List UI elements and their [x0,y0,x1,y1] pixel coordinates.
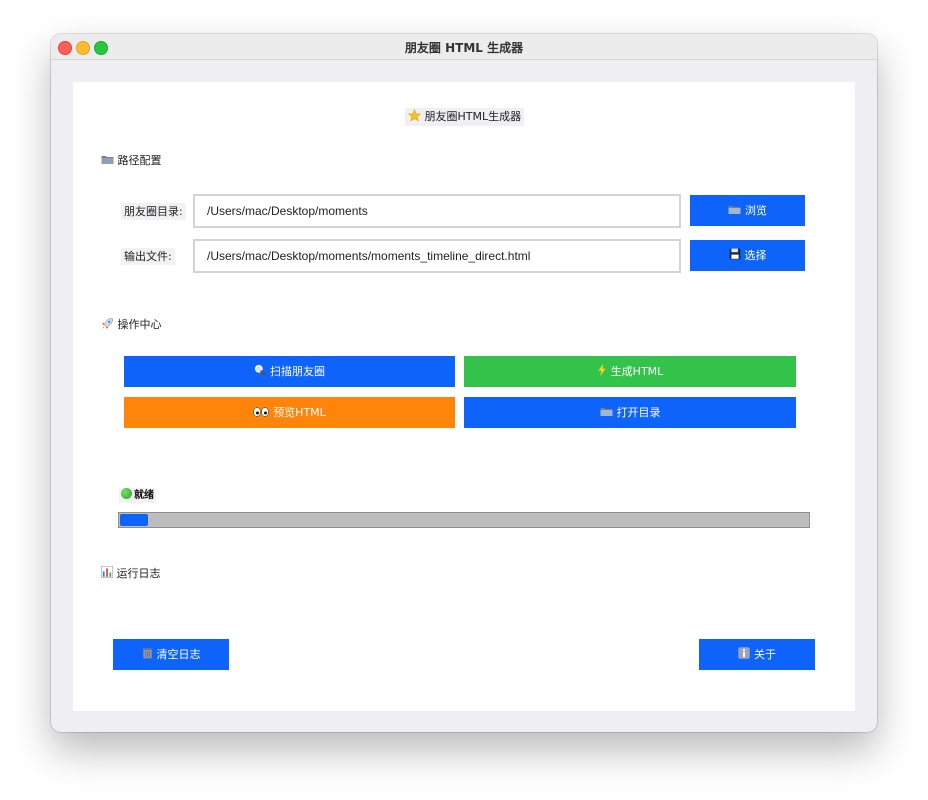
status-indicator-icon [121,488,132,499]
generate-html-button[interactable]: 生成HTML [464,356,796,387]
path-config-section-title: 路径配置 [101,154,162,168]
moments-dir-label: 朋友圈目录: [121,203,186,220]
log-output-area[interactable] [101,587,827,627]
title-bar: 朋友圈 HTML 生成器 [51,34,877,60]
clear-log-button[interactable]: 清空日志 [113,639,229,670]
run-log-section-title: 运行日志 [101,566,161,581]
window-title: 朋友圈 HTML 生成器 [404,41,524,55]
progress-bar [118,512,810,528]
bar-chart-icon [101,566,113,581]
select-output-button[interactable]: 选择 [690,240,805,271]
folder-icon [600,397,613,428]
open-directory-button[interactable]: 打开目录 [464,397,796,428]
progress-bar-fill [120,514,148,526]
folder-icon [728,195,741,226]
preview-html-button[interactable]: 预览HTML [124,397,455,428]
floppy-disk-icon [729,240,741,271]
trash-can-icon [142,639,153,670]
status-badge: 就绪 [119,488,156,503]
moments-dir-input[interactable]: /Users/mac/Desktop/moments [193,194,681,228]
action-center-section-title: 操作中心 [101,317,162,332]
folder-icon [101,154,114,168]
main-panel: 朋友圈HTML生成器 路径配置 朋友圈目录: /Users/mac/Deskto… [73,82,855,711]
info-icon [738,639,750,670]
app-window: 朋友圈 HTML 生成器 朋友圈HTML生成器 路径配置 朋友圈目录: /Use… [51,34,877,732]
app-heading-text: 朋友圈HTML生成器 [424,110,522,123]
magnifier-icon [254,356,266,387]
lightning-icon [597,356,607,387]
output-file-label: 输出文件: [121,248,175,265]
output-file-input[interactable]: /Users/mac/Desktop/moments/moments_timel… [193,239,681,273]
browse-button[interactable]: 浏览 [690,195,805,226]
rocket-icon [101,317,114,332]
app-heading: 朋友圈HTML生成器 [405,108,525,126]
scan-moments-button[interactable]: 扫描朋友圈 [124,356,455,387]
about-button[interactable]: 关于 [699,639,815,670]
star-icon [407,108,422,126]
eyes-icon [253,397,269,428]
